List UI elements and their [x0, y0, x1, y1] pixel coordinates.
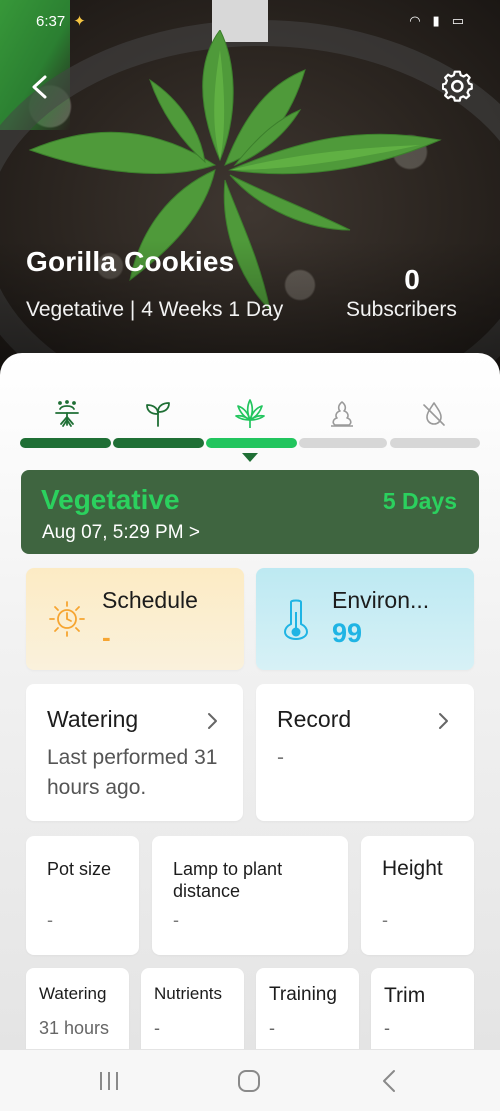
- battery-icon: ▭: [451, 13, 464, 28]
- subscribers-label[interactable]: Subscribers: [346, 298, 457, 322]
- germination-icon: [55, 400, 79, 427]
- stage-start-date: Aug 07, 5:29 PM >: [42, 522, 200, 543]
- stage-title: Vegetative: [41, 484, 180, 515]
- stage-bar-vegetative: [206, 438, 297, 448]
- stage-days: 5 Days: [382, 488, 457, 514]
- chevron-right-icon: [439, 713, 448, 729]
- activity-nutrients-card[interactable]: Nutrients -: [141, 968, 244, 1053]
- watering-last-performed: Last performed 31 hours ago.: [47, 746, 218, 799]
- bud-icon: [331, 401, 353, 427]
- subscribers-count[interactable]: 0: [392, 264, 432, 296]
- thermometer-icon: [283, 599, 309, 640]
- stage-tab-drying[interactable]: [417, 397, 451, 431]
- stage-bar-drying: [390, 438, 480, 448]
- lamp-distance-value: -: [173, 910, 179, 930]
- activity-training-label: Training: [269, 984, 337, 1005]
- stage-tab-flowering[interactable]: [325, 397, 359, 431]
- pot-size-card[interactable]: Pot size -: [26, 836, 139, 955]
- schedule-value: -: [102, 622, 111, 652]
- stage-bar-germination: [20, 438, 111, 448]
- status-time: 6:37: [36, 12, 66, 30]
- stage-pointer-icon: [242, 453, 258, 462]
- record-value: -: [277, 746, 284, 769]
- environment-title: Environ...: [332, 587, 430, 613]
- activity-nutrients-value: -: [154, 1018, 160, 1038]
- lamp-distance-label: Lamp to plant distance: [173, 859, 283, 901]
- lamp-distance-card[interactable]: Lamp to plant distance -: [152, 836, 348, 955]
- activity-watering-card[interactable]: Watering 31 hours: [26, 968, 129, 1053]
- height-card[interactable]: Height -: [361, 836, 474, 955]
- chevron-left-icon: [32, 75, 47, 99]
- environment-value: 99: [332, 618, 363, 648]
- schedule-title: Schedule: [102, 587, 198, 613]
- home-icon: [238, 1070, 260, 1092]
- plant-detail-sheet: Vegetative 5 Days Aug 07, 5:29 PM > Sche…: [0, 353, 500, 1053]
- pot-size-value: -: [47, 910, 53, 930]
- stage-bar-seedling: [113, 438, 204, 448]
- height-value: -: [382, 910, 388, 930]
- watering-card[interactable]: Watering Last performed 31 hours ago.: [26, 684, 243, 821]
- activity-trim-label: Trim: [384, 984, 426, 1007]
- status-bar: 6:37 ✦: [36, 10, 86, 32]
- settings-button[interactable]: [440, 68, 478, 106]
- record-title: Record: [277, 706, 352, 732]
- nav-back-button[interactable]: [369, 1066, 409, 1096]
- plant-photo: 6:37 ✦ ◠ ▮ ▭ Gorilla Cookies Vegetative …: [0, 0, 500, 380]
- activity-trim-card[interactable]: Trim -: [371, 968, 474, 1053]
- activity-training-value: -: [269, 1018, 275, 1038]
- environment-card[interactable]: Environ... 99: [256, 568, 474, 670]
- stage-bar-flowering: [299, 438, 387, 448]
- pot-size-label: Pot size: [47, 859, 112, 879]
- recent-apps-button[interactable]: [89, 1066, 129, 1096]
- activity-watering-label: Watering: [39, 984, 107, 1003]
- plant-name: Gorilla Cookies: [26, 246, 235, 277]
- stage-progress: [20, 438, 480, 448]
- current-stage-card[interactable]: Vegetative 5 Days Aug 07, 5:29 PM >: [21, 470, 479, 554]
- status-icons: ◠ ▮ ▭: [409, 10, 464, 32]
- stage-tab-germination[interactable]: [50, 397, 84, 431]
- stage-selector: [20, 397, 480, 431]
- plant-stage-info: Vegetative | 4 Weeks 1 Day: [26, 298, 284, 321]
- schedule-card[interactable]: Schedule -: [26, 568, 244, 670]
- stage-tab-seedling[interactable]: [141, 397, 175, 431]
- back-button[interactable]: [22, 70, 56, 104]
- signal-icon: ▮: [432, 13, 440, 28]
- stage-tab-vegetative[interactable]: [233, 397, 267, 431]
- seedling-icon: [146, 402, 170, 427]
- home-button[interactable]: [229, 1066, 269, 1096]
- record-card[interactable]: Record -: [256, 684, 474, 821]
- activity-training-card[interactable]: Training -: [256, 968, 359, 1053]
- gear-icon: [442, 70, 473, 102]
- activity-trim-value: -: [384, 1018, 390, 1038]
- sun-clock-icon: [49, 601, 85, 637]
- system-nav-bar: [0, 1049, 500, 1111]
- activity-watering-value: 31 hours: [39, 1018, 110, 1038]
- back-icon: [383, 1070, 395, 1092]
- drying-icon: [423, 402, 445, 426]
- activity-nutrients-label: Nutrients: [154, 984, 223, 1003]
- height-label: Height: [382, 857, 443, 880]
- watering-title: Watering: [47, 706, 139, 732]
- recent-apps-icon: [100, 1072, 118, 1090]
- cannabis-leaf-icon: [235, 399, 265, 428]
- chevron-right-icon: [208, 713, 217, 729]
- wifi-icon: ◠: [409, 13, 421, 28]
- assistant-icon: ✦: [73, 13, 86, 30]
